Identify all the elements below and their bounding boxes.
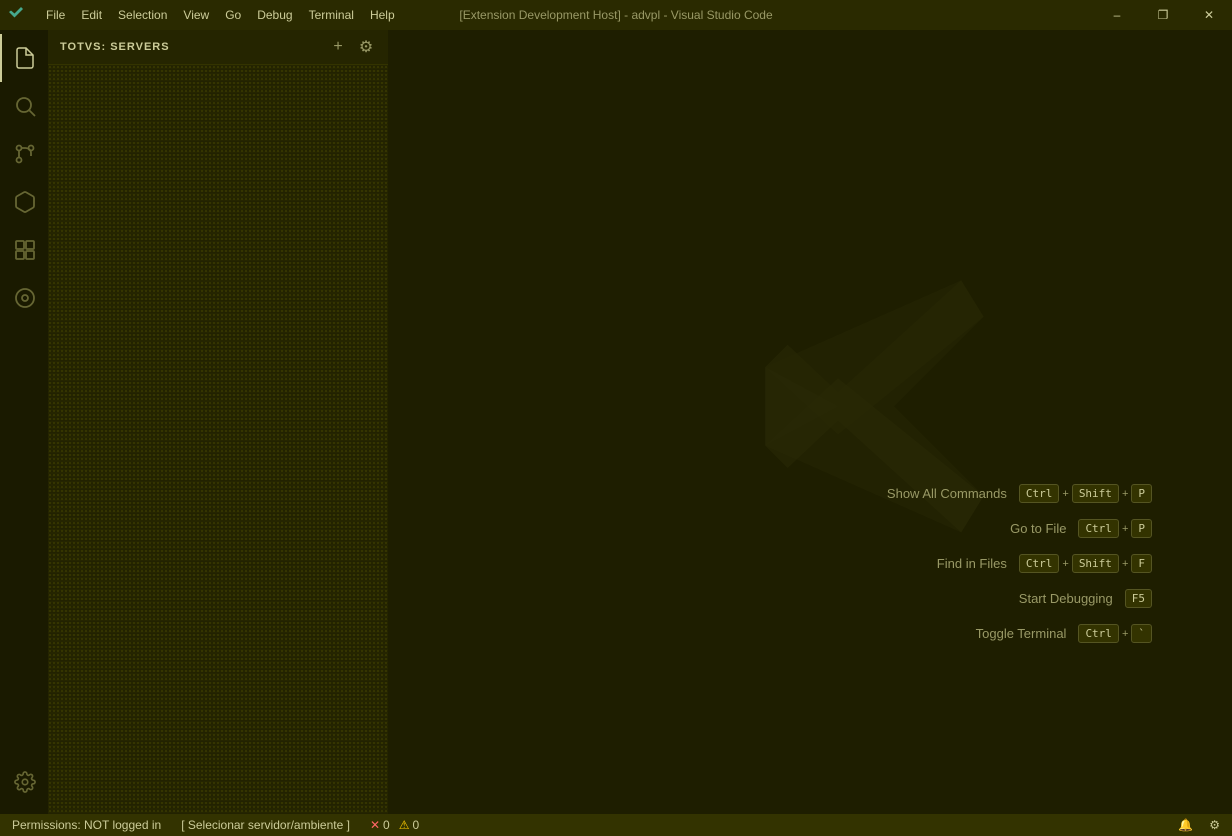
activitybar-remote[interactable] — [0, 226, 48, 274]
shortcut-row-show-all: Show All Commands Ctrl + Shift + P — [887, 484, 1152, 503]
plus-1b: + — [1122, 488, 1128, 500]
shortcut-keys-goto-file: Ctrl + P — [1078, 519, 1152, 538]
main-layout: TOTVS: SERVERS + ⚙ S — [0, 30, 1232, 814]
statusbar-server[interactable]: [ Selecionar servidor/ambiente ] — [177, 818, 354, 832]
minimize-button[interactable]: – — [1094, 0, 1140, 30]
sidebar-header: TOTVS: SERVERS + ⚙ — [48, 30, 388, 65]
activitybar-settings[interactable] — [0, 758, 48, 806]
menubar: File Edit Selection View Go Debug Termin… — [38, 4, 403, 26]
shortcut-row-goto-file: Go to File Ctrl + P — [887, 519, 1152, 538]
titlebar-left: File Edit Selection View Go Debug Termin… — [8, 4, 403, 26]
menu-help[interactable]: Help — [362, 4, 403, 26]
shortcut-row-toggle-terminal: Toggle Terminal Ctrl + ` — [887, 624, 1152, 643]
shortcut-keys-find-files: Ctrl + Shift + F — [1019, 554, 1152, 573]
key-ctrl-5: Ctrl — [1078, 624, 1119, 643]
sidebar-settings-button[interactable]: ⚙ — [356, 37, 376, 57]
activitybar-custom[interactable] — [0, 274, 48, 322]
error-count: 0 — [383, 818, 390, 832]
sidebar-actions: + ⚙ — [328, 37, 376, 57]
close-button[interactable]: ✕ — [1186, 0, 1232, 30]
statusbar-permissions[interactable]: Permissions: NOT logged in — [8, 818, 165, 832]
statusbar-settings[interactable]: ⚙ — [1205, 818, 1224, 832]
key-p-2: P — [1131, 519, 1152, 538]
menu-selection[interactable]: Selection — [110, 4, 175, 26]
menu-file[interactable]: File — [38, 4, 73, 26]
shortcut-label-find-files: Find in Files — [937, 556, 1007, 571]
shortcut-label-goto-file: Go to File — [1010, 521, 1066, 536]
statusbar-notifications[interactable]: 🔔 — [1174, 818, 1197, 832]
maximize-button[interactable]: ❐ — [1140, 0, 1186, 30]
key-ctrl-3: Ctrl — [1019, 554, 1060, 573]
menu-go[interactable]: Go — [217, 4, 249, 26]
key-ctrl-2: Ctrl — [1078, 519, 1119, 538]
plus-3a: + — [1062, 558, 1068, 570]
plus-5a: + — [1122, 628, 1128, 640]
shortcut-row-find-files: Find in Files Ctrl + Shift + F — [887, 554, 1152, 573]
plus-1a: + — [1062, 488, 1068, 500]
menu-terminal[interactable]: Terminal — [301, 4, 362, 26]
editor-area: Show All Commands Ctrl + Shift + P Go to… — [388, 30, 1232, 814]
plus-3b: + — [1122, 558, 1128, 570]
sidebar-title: TOTVS: SERVERS — [60, 41, 170, 53]
key-ctrl-1: Ctrl — [1019, 484, 1060, 503]
warn-count: 0 — [412, 818, 419, 832]
activitybar-source-control[interactable] — [0, 130, 48, 178]
statusbar: Permissions: NOT logged in [ Selecionar … — [0, 814, 1232, 836]
menu-view[interactable]: View — [175, 4, 217, 26]
activitybar-search[interactable] — [0, 82, 48, 130]
key-backtick: ` — [1131, 624, 1152, 643]
shortcuts-container: Show All Commands Ctrl + Shift + P Go to… — [887, 484, 1152, 659]
shortcut-keys-toggle-terminal: Ctrl + ` — [1078, 624, 1152, 643]
sidebar-add-button[interactable]: + — [328, 37, 348, 57]
error-icon: ✕ — [370, 818, 380, 832]
menu-debug[interactable]: Debug — [249, 4, 300, 26]
sidebar-content — [48, 65, 388, 814]
sidebar-empty-state — [48, 65, 388, 814]
plus-2a: + — [1122, 523, 1128, 535]
shortcut-label-show-all: Show All Commands — [887, 486, 1007, 501]
activitybar-extensions[interactable] — [0, 178, 48, 226]
titlebar-title: [Extension Development Host] - advpl - V… — [459, 8, 772, 22]
statusbar-right: 🔔 ⚙ — [1174, 818, 1224, 832]
sidebar: TOTVS: SERVERS + ⚙ — [48, 30, 388, 814]
app-icon — [8, 6, 26, 24]
shortcut-label-start-debug: Start Debugging — [1019, 591, 1113, 606]
shortcut-keys-start-debug: F5 — [1125, 589, 1152, 608]
warn-icon: ⚠ — [399, 818, 410, 832]
key-f-3: F — [1131, 554, 1152, 573]
key-shift-1: Shift — [1072, 484, 1119, 503]
shortcut-keys-show-all: Ctrl + Shift + P — [1019, 484, 1152, 503]
key-p-1: P — [1131, 484, 1152, 503]
statusbar-left: Permissions: NOT logged in [ Selecionar … — [8, 818, 423, 832]
titlebar-controls: – ❐ ✕ — [1094, 0, 1232, 30]
key-shift-3: Shift — [1072, 554, 1119, 573]
titlebar: File Edit Selection View Go Debug Termin… — [0, 0, 1232, 30]
statusbar-errors[interactable]: ✕ 0 ⚠ 0 — [366, 818, 423, 832]
shortcut-label-toggle-terminal: Toggle Terminal — [976, 626, 1067, 641]
key-f5: F5 — [1125, 589, 1152, 608]
shortcut-row-start-debug: Start Debugging F5 — [887, 589, 1152, 608]
activitybar — [0, 30, 48, 814]
activitybar-explorer[interactable] — [0, 34, 48, 82]
menu-edit[interactable]: Edit — [73, 4, 110, 26]
